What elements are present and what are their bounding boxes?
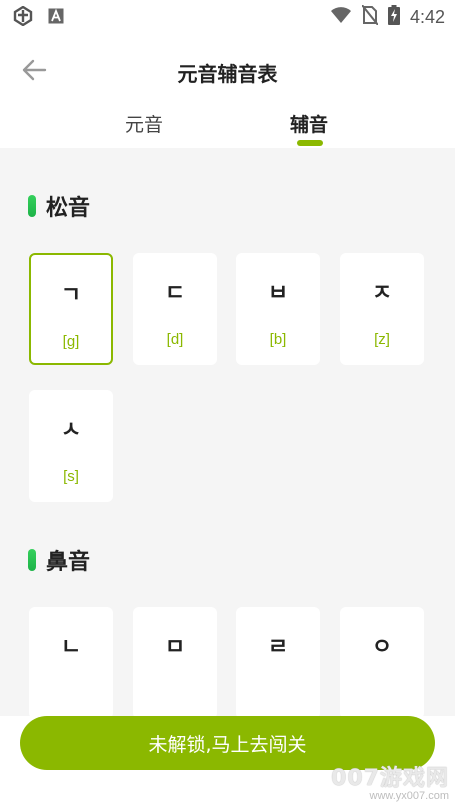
consonant-card[interactable]: ㅂ [b] [236,253,320,365]
romanization: [z] [374,331,390,348]
hangul-glyph: ㄴ [60,635,82,660]
hangul-glyph: ㅂ [267,281,289,306]
romanization: [s] [63,468,79,485]
hangul-glyph: ㄱ [60,283,82,308]
no-sim-icon [361,4,379,29]
consonant-card[interactable]: ㅇ [340,607,424,716]
consonant-card[interactable]: ㄴ [29,607,113,716]
app-bar: 元音辅音表 [0,40,455,100]
tab-bar: 元音 辅音 [0,100,455,148]
hangul-glyph: ㅁ [164,635,186,660]
bug-app-icon [12,5,34,30]
consonant-card[interactable]: ㅈ [z] [340,253,424,365]
consonant-card[interactable]: ㄹ [236,607,320,716]
status-bar: 4:42 [0,0,455,32]
consonant-card[interactable]: ㅅ [s] [29,390,113,502]
romanization: [d] [166,331,184,348]
hangul-glyph: ㅈ [371,281,393,306]
section-title: 鼻音 [46,550,91,575]
site-watermark: 007游戏网 www.yx007.com [331,760,449,802]
romanization: [g] [62,333,80,350]
consonant-list[interactable]: 松音 ㄱ [g] ㄷ [d] ㅂ [b] ㅈ [z] ㅅ [s] 鼻音 ㄴ ㅁ … [0,148,455,716]
consonant-card[interactable]: ㄷ [d] [133,253,217,365]
tab-vowels[interactable]: 元音 [125,110,163,137]
page-title: 元音辅音表 [177,62,278,86]
hangul-glyph: ㄹ [267,635,289,660]
section-header-plain: 松音 [28,190,90,222]
consonant-card[interactable]: ㅁ [133,607,217,716]
hangul-glyph: ㅇ [371,635,393,660]
section-marker [28,195,36,217]
battery-charging-icon [387,5,400,29]
section-header-nasal: 鼻音 [28,544,90,576]
tab-consonants[interactable]: 辅音 [290,110,328,137]
notification-a-icon [48,8,64,28]
romanization: [b] [269,331,287,348]
section-marker [28,549,36,571]
hangul-glyph: ㅅ [60,418,82,443]
wifi-icon [330,6,352,28]
section-title: 松音 [46,196,91,221]
watermark-logo: 007游戏网 [331,766,449,791]
consonant-card[interactable]: ㄱ [g] [29,253,113,365]
hangul-glyph: ㄷ [164,281,186,306]
status-time: 4:42 [409,6,445,27]
active-tab-indicator [297,140,323,146]
